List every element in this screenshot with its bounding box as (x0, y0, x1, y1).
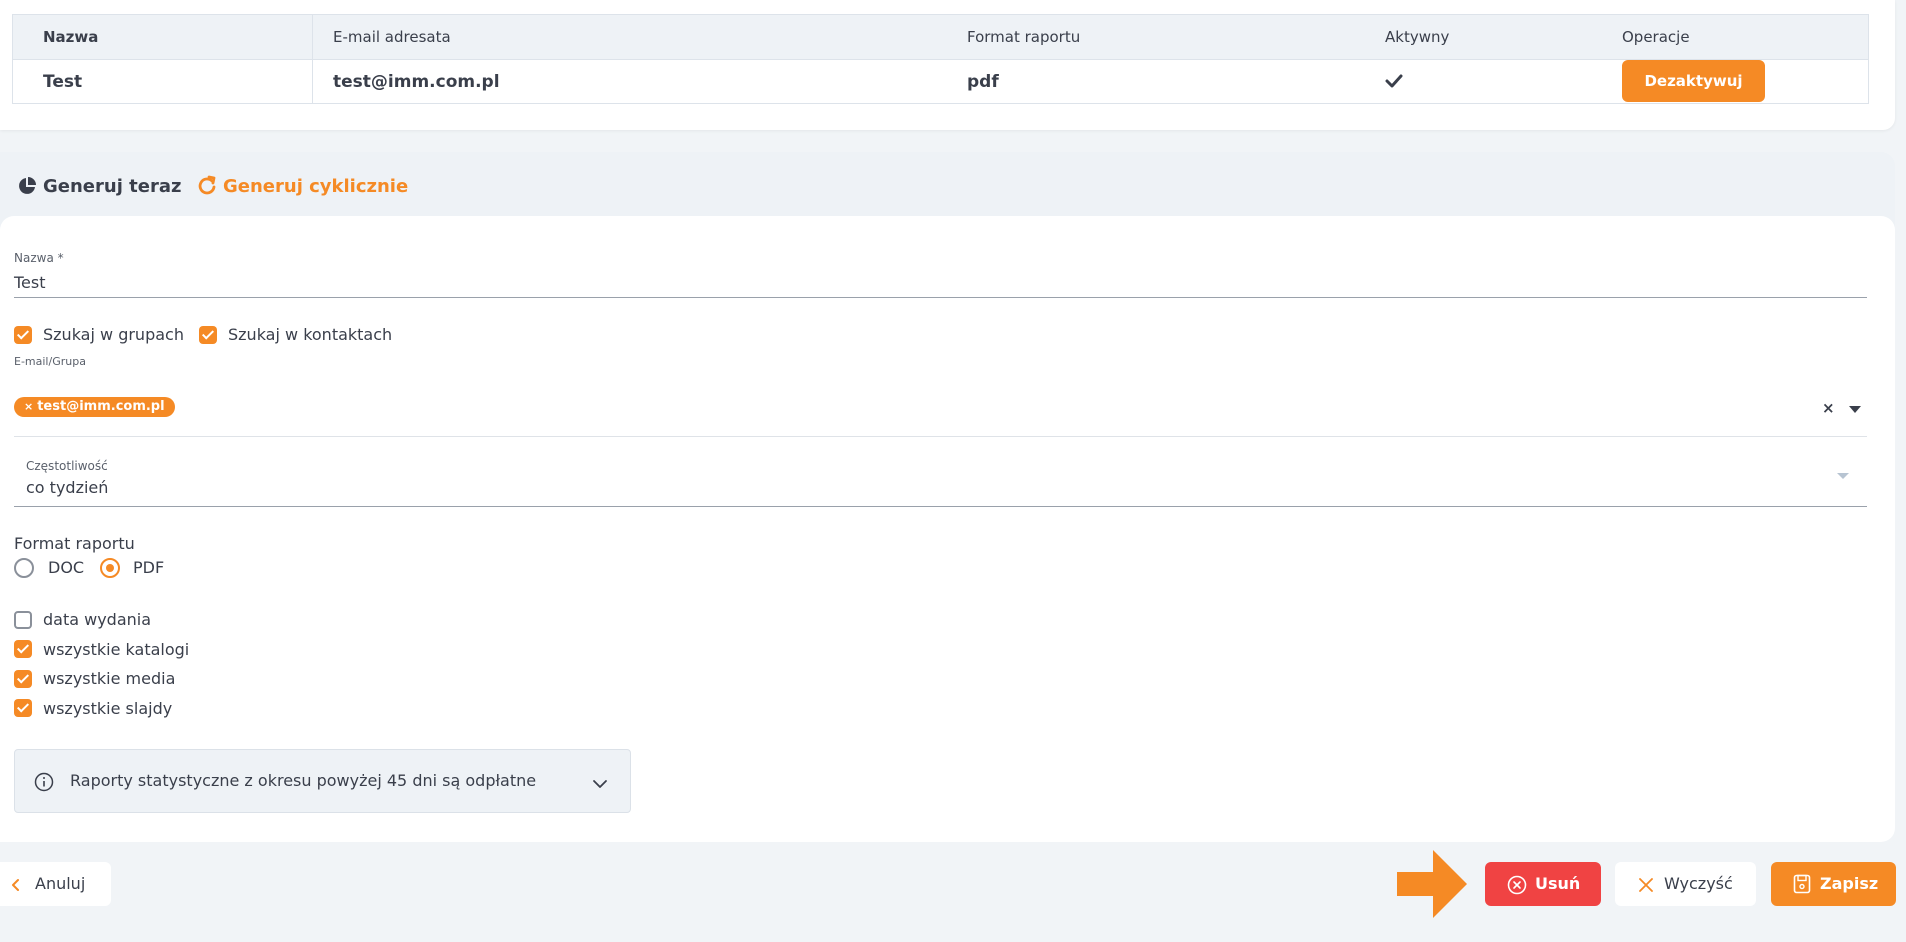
name-field[interactable]: Test (14, 273, 46, 292)
frequency-chevron-icon[interactable] (1837, 473, 1849, 479)
frequency-underline (14, 506, 1867, 507)
search-contacts-label: Szukaj w kontaktach (228, 325, 393, 344)
row-format: pdf (967, 72, 999, 92)
name-field-label: Nazwa * (14, 251, 64, 265)
info-text: Raporty statystyczne z okresu powyżej 45… (70, 771, 537, 790)
delete-circle-icon (1507, 875, 1527, 899)
option-checkbox-all-media[interactable] (14, 670, 32, 688)
format-label: Format raportu (14, 534, 135, 553)
clear-selection-icon[interactable]: × (1822, 399, 1835, 417)
search-groups-checkbox[interactable] (14, 326, 32, 344)
frequency-label: Częstotliwość (26, 459, 108, 473)
email-field-underline (14, 436, 1867, 437)
format-pdf-label: PDF (133, 558, 165, 577)
header-name: Nazwa (43, 28, 99, 46)
table-row: Test test@imm.com.pl pdf Dezaktywuj (13, 60, 1868, 104)
email-chip[interactable]: × test@imm.com.pl (14, 397, 175, 417)
info-icon (34, 772, 54, 796)
arrow-pointer-icon (1397, 850, 1467, 922)
option-label: wszystkie slajdy (43, 699, 173, 718)
info-accordion[interactable]: Raporty statystyczne z okresu powyżej 45… (14, 749, 631, 813)
close-icon (1639, 877, 1653, 896)
option-label: wszystkie katalogi (43, 640, 190, 659)
table-header: Nazwa E-mail adresata Format raportu Akt… (13, 15, 1868, 60)
column-divider (312, 15, 313, 59)
search-groups-label: Szukaj w grupach (43, 325, 184, 344)
cancel-button[interactable]: Anuluj (0, 862, 111, 906)
subscriptions-table: Nazwa E-mail adresata Format raportu Akt… (12, 14, 1869, 104)
cancel-label: Anuluj (35, 874, 86, 893)
delete-button[interactable]: Usuń (1485, 862, 1601, 906)
refresh-icon (197, 175, 217, 201)
chevron-down-icon[interactable] (592, 774, 608, 793)
header-operations: Operacje (1622, 28, 1690, 46)
chip-remove-icon[interactable]: × (24, 400, 33, 413)
row-name: Test (43, 72, 83, 92)
search-contacts-checkbox[interactable] (199, 326, 217, 344)
header-email: E-mail adresata (333, 28, 451, 46)
tab-generate-now[interactable]: Generuj teraz (43, 172, 181, 202)
option-label: data wydania (43, 610, 152, 629)
save-button[interactable]: Zapisz (1771, 862, 1896, 906)
email-group-label: E-mail/Grupa (14, 355, 86, 368)
check-icon (1385, 73, 1403, 93)
chevron-down-icon[interactable] (1849, 406, 1861, 413)
option-label: wszystkie media (43, 669, 176, 688)
option-checkbox-all-catalogs[interactable] (14, 640, 32, 658)
chevron-left-icon (10, 877, 20, 896)
report-form-card: Generuj teraz Generuj cyklicznie (0, 152, 1895, 842)
delete-label: Usuń (1535, 874, 1581, 893)
pie-chart-icon (17, 176, 37, 200)
header-active: Aktywny (1385, 28, 1450, 46)
format-doc-radio[interactable] (14, 558, 34, 578)
column-divider (312, 60, 313, 104)
format-doc-label: DOC (48, 558, 85, 577)
subscriptions-table-card: Nazwa E-mail adresata Format raportu Akt… (0, 0, 1895, 130)
option-checkbox-all-slides[interactable] (14, 699, 32, 717)
clear-label: Wyczyść (1664, 874, 1733, 893)
frequency-select[interactable]: co tydzień (26, 478, 108, 497)
option-checkbox-issue-date[interactable] (14, 611, 32, 629)
tab-generate-cyclic[interactable]: Generuj cyklicznie (223, 172, 408, 202)
deactivate-button[interactable]: Dezaktywuj (1622, 60, 1765, 102)
name-field-underline (14, 297, 1867, 298)
row-email: test@imm.com.pl (333, 72, 500, 92)
format-pdf-radio[interactable] (100, 558, 120, 578)
chip-label: test@imm.com.pl (37, 399, 165, 414)
header-format: Format raportu (967, 28, 1081, 46)
clear-button[interactable]: Wyczyść (1615, 862, 1756, 906)
save-icon (1793, 874, 1811, 898)
save-label: Zapisz (1820, 874, 1879, 893)
